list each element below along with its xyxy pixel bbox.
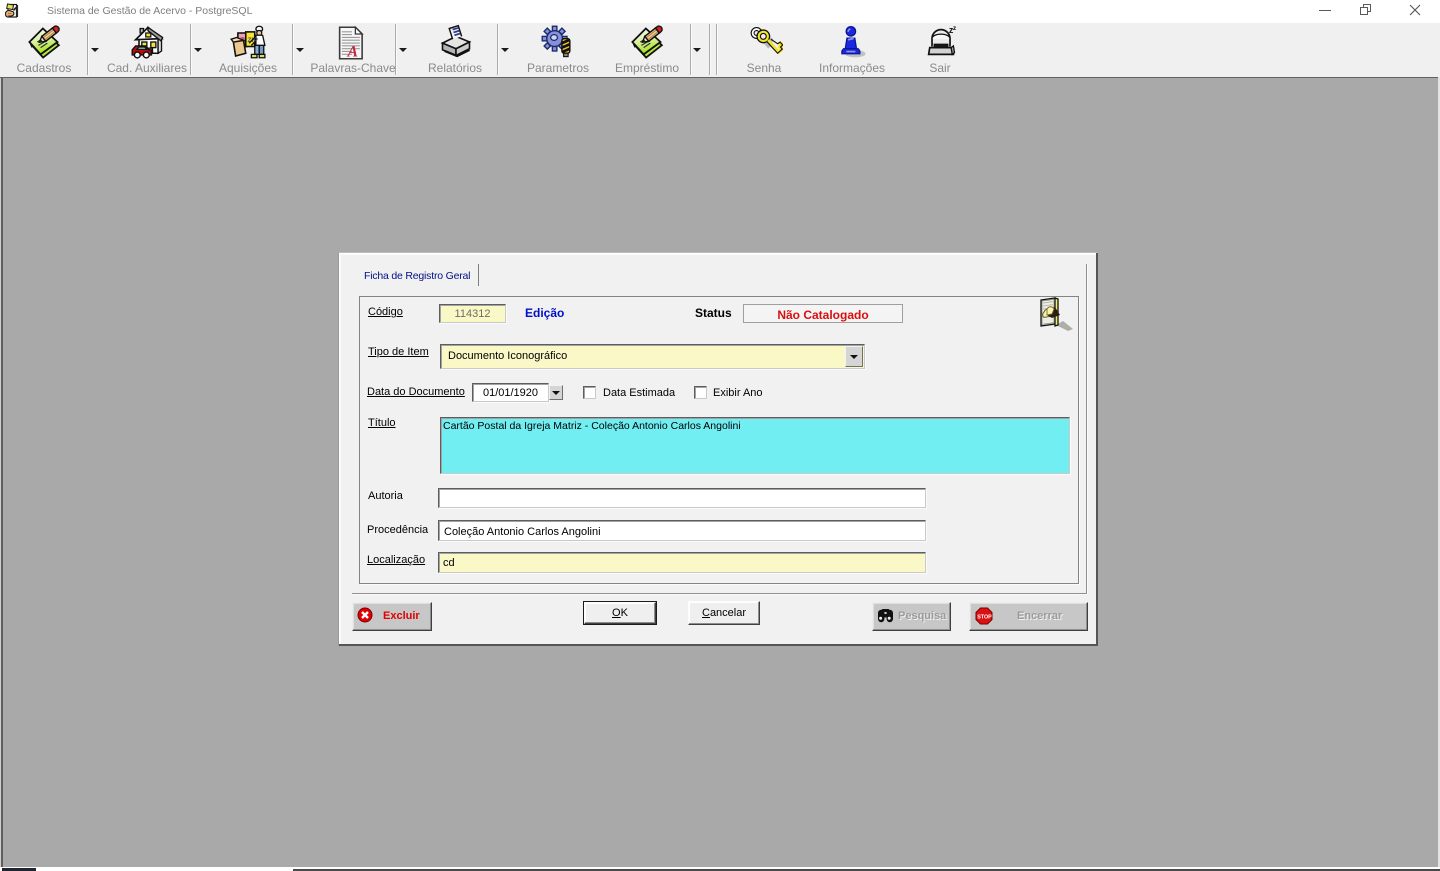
svg-text:z: z [953, 25, 957, 32]
svg-text:A: A [347, 44, 359, 61]
svg-text:STOP: STOP [977, 615, 992, 621]
